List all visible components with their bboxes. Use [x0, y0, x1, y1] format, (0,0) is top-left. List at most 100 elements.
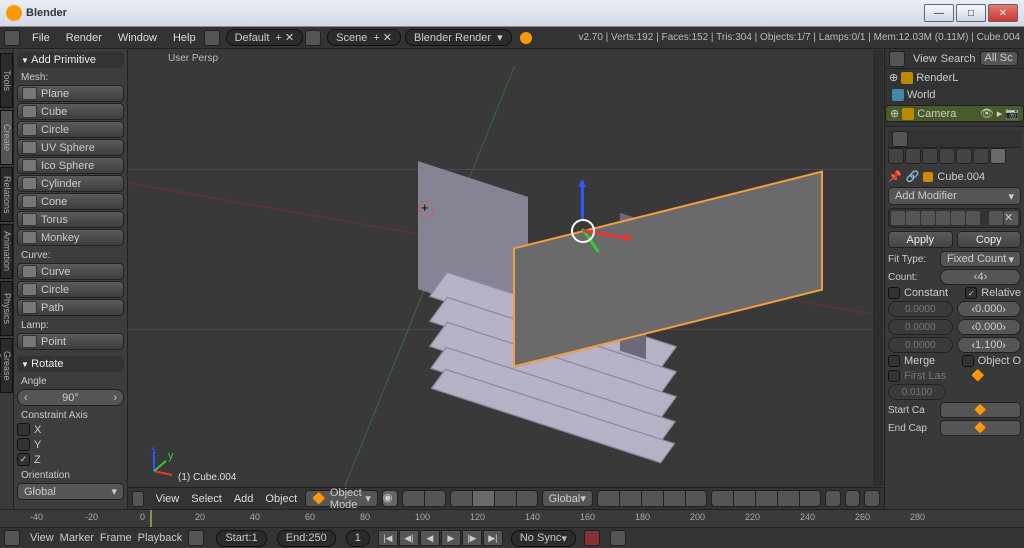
add-torus[interactable]: Torus	[17, 211, 124, 228]
add-cone[interactable]: Cone	[17, 193, 124, 210]
modifier-move-up-icon[interactable]	[989, 211, 1003, 225]
tab-object-icon[interactable]	[956, 148, 972, 164]
3dview-editor-icon[interactable]	[132, 491, 144, 507]
manipulator-scale-icon[interactable]	[516, 490, 538, 507]
viewport-scroll[interactable]	[873, 50, 883, 486]
manipulator-move-icon[interactable]	[472, 490, 494, 507]
apply-button[interactable]: Apply	[888, 231, 953, 248]
modifier-header[interactable]: ✕	[888, 208, 1021, 228]
play-icon[interactable]: ▶	[441, 530, 461, 546]
tab-renderlayer-icon[interactable]	[905, 148, 921, 164]
current-frame[interactable]: 1	[346, 530, 370, 547]
add-plane[interactable]: Plane	[17, 85, 124, 102]
add-uvsphere[interactable]: UV Sphere	[17, 139, 124, 156]
render-preview-icon[interactable]	[864, 490, 880, 507]
count-field[interactable]: ‹ 4 ›	[940, 269, 1021, 285]
gizmo-z-axis[interactable]	[581, 181, 584, 219]
transform-orientation[interactable]: Global ▾	[542, 490, 593, 507]
object-offset-checkbox[interactable]	[962, 355, 974, 367]
outliner-editor-icon[interactable]	[889, 51, 905, 67]
outliner-item-camera[interactable]: ⊕Camera👁 ▸ 📷	[885, 105, 1024, 122]
keyframe-prev-icon[interactable]: ◀|	[399, 530, 419, 546]
first-last-checkbox[interactable]	[888, 370, 900, 382]
rel-x[interactable]: ‹ 0.000 ›	[957, 301, 1022, 317]
pivot-align-icon[interactable]	[424, 490, 446, 507]
tab-modifiers-icon[interactable]	[990, 148, 1006, 164]
minimize-button[interactable]: —	[924, 4, 954, 22]
tab-render-icon[interactable]	[888, 148, 904, 164]
screen-layout-select[interactable]: Default+ ✕	[226, 29, 304, 46]
tab-world-icon[interactable]	[939, 148, 955, 164]
outliner-search[interactable]: Search	[941, 53, 976, 65]
add-circle[interactable]: Circle	[17, 121, 124, 138]
constraint-z[interactable]: ✓Z	[17, 453, 124, 466]
keyframe-next-icon[interactable]: |▶	[462, 530, 482, 546]
autokey-icon[interactable]	[584, 530, 600, 546]
properties-editor-icon[interactable]	[892, 131, 908, 147]
pin-icon[interactable]: 📌	[888, 170, 902, 183]
outliner-filter[interactable]: All Sc	[980, 51, 1018, 66]
relative-offset-checkbox[interactable]: ✓	[965, 287, 977, 299]
outliner-item-world[interactable]: World	[885, 86, 1024, 103]
shading-select[interactable]: ◉	[382, 490, 398, 507]
end-cap-select[interactable]: 🔶	[940, 420, 1021, 436]
object-offset-obj[interactable]: 🔶	[971, 369, 1021, 382]
add-curve-circle[interactable]: Circle	[17, 281, 124, 298]
snap-element[interactable]	[845, 490, 861, 507]
tab-relations[interactable]: Relations	[0, 167, 13, 222]
tl-marker[interactable]: Marker	[60, 532, 94, 544]
jump-end-icon[interactable]: ▶|	[483, 530, 503, 546]
sync-mode[interactable]: No Sync ▾	[511, 530, 576, 547]
menu-object[interactable]: Object	[261, 493, 301, 505]
add-curve[interactable]: Curve	[17, 263, 124, 280]
start-cap-select[interactable]: 🔶	[940, 402, 1021, 418]
tl-frame[interactable]: Frame	[100, 532, 132, 544]
pivot-icon[interactable]	[402, 490, 424, 507]
constant-offset-checkbox[interactable]	[888, 287, 900, 299]
tl-view[interactable]: View	[30, 532, 54, 544]
menu-window[interactable]: Window	[110, 27, 165, 49]
fit-type-select[interactable]: Fixed Count▾	[940, 251, 1021, 267]
tab-animation[interactable]: Animation	[0, 224, 13, 279]
menu-file[interactable]: File	[24, 27, 58, 49]
editor-type-icon[interactable]	[4, 30, 20, 46]
orientation-select[interactable]: Global▾	[17, 483, 124, 500]
tab-constraints-icon[interactable]	[973, 148, 989, 164]
tl-playback[interactable]: Playback	[138, 532, 183, 544]
copy-button[interactable]: Copy	[957, 231, 1022, 248]
panel-rotate[interactable]: Rotate	[17, 356, 124, 372]
snap-toggle[interactable]	[825, 490, 841, 507]
start-frame[interactable]: Start: 1	[216, 530, 266, 547]
scene-icon[interactable]	[305, 30, 321, 46]
tab-physics[interactable]: Physics	[0, 281, 13, 336]
constraint-y[interactable]: Y	[17, 438, 124, 451]
modifier-delete-icon[interactable]: ✕	[1004, 211, 1018, 225]
add-cube[interactable]: Cube	[17, 103, 124, 120]
panel-add-primitive[interactable]: Add Primitive	[17, 52, 124, 68]
screen-layout-icon[interactable]	[204, 30, 220, 46]
angle-field[interactable]: ‹90° ›	[17, 389, 124, 406]
tab-greasepencil[interactable]: Grease Pencil	[0, 338, 13, 393]
manipulator-rotate-icon[interactable]	[494, 490, 516, 507]
menu-view[interactable]: View	[152, 493, 184, 505]
rel-y[interactable]: ‹ 0.000 ›	[957, 319, 1022, 335]
play-reverse-icon[interactable]: ◀	[420, 530, 440, 546]
add-cylinder[interactable]: Cylinder	[17, 175, 124, 192]
add-modifier-button[interactable]: Add Modifier▾	[888, 187, 1021, 205]
add-icosphere[interactable]: Ico Sphere	[17, 157, 124, 174]
outliner-item-render[interactable]: ⊕RenderL	[885, 69, 1024, 86]
menu-render[interactable]: Render	[58, 27, 110, 49]
tab-scene-icon[interactable]	[922, 148, 938, 164]
menu-help[interactable]: Help	[165, 27, 204, 49]
end-frame[interactable]: End: 250	[277, 530, 336, 547]
add-point-lamp[interactable]: Point	[17, 333, 124, 350]
menu-select[interactable]: Select	[187, 493, 226, 505]
timeline-editor-icon[interactable]	[4, 530, 20, 546]
constraint-x[interactable]: X	[17, 423, 124, 436]
scene-select[interactable]: Scene+ ✕	[327, 29, 401, 46]
close-button[interactable]: ✕	[988, 4, 1018, 22]
timeline-cursor[interactable]	[150, 510, 152, 527]
menu-add[interactable]: Add	[230, 493, 258, 505]
tab-create[interactable]: Create	[0, 110, 13, 165]
add-path[interactable]: Path	[17, 299, 124, 316]
